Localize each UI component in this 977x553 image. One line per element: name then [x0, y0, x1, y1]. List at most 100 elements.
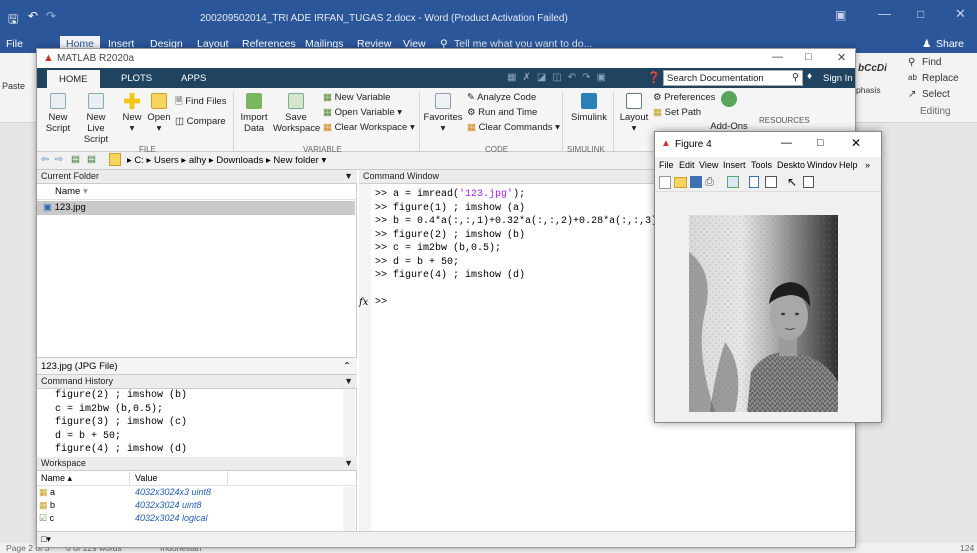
- new-button[interactable]: New ▾: [119, 93, 145, 134]
- menu-tools[interactable]: Tools: [751, 160, 772, 170]
- value-column-header[interactable]: Value: [135, 473, 157, 483]
- path-segment[interactable]: C:: [134, 155, 144, 166]
- maximize-icon[interactable]: □: [817, 137, 824, 149]
- list-item[interactable]: figure(2) ; imshow (b): [55, 389, 356, 403]
- set-path-button[interactable]: ▦ Set Path: [653, 107, 701, 118]
- new-variable-button[interactable]: ▦ New Variable: [323, 92, 390, 103]
- tab-plots[interactable]: PLOTS: [121, 73, 152, 84]
- pointer-icon[interactable]: ↖: [787, 175, 797, 189]
- menu-overflow-icon[interactable]: »: [865, 160, 870, 170]
- open-button[interactable]: Open ▾: [145, 93, 173, 134]
- layout-button[interactable]: Layout ▾: [617, 93, 651, 134]
- save-workspace-button[interactable]: Save Workspace: [273, 93, 320, 134]
- menu-view[interactable]: View: [699, 160, 718, 170]
- status-bar-icon[interactable]: □▾: [41, 534, 51, 544]
- colorbar-icon[interactable]: [749, 176, 759, 188]
- list-item[interactable]: d = b + 50;: [55, 430, 356, 444]
- path-breadcrumb[interactable]: ▸ C: ▸ Users ▸ alhy ▸ Downloads ▸ New fo…: [127, 155, 326, 166]
- close-icon[interactable]: ✕: [851, 136, 861, 150]
- bell-icon[interactable]: ♦: [807, 71, 812, 82]
- menu-desktop[interactable]: Deskto: [777, 160, 805, 170]
- add-ons-button[interactable]: Add-Ons: [709, 91, 749, 132]
- simulink-button[interactable]: Simulink: [567, 93, 611, 123]
- table-row[interactable]: ▦ b 4032x3024 uint8: [39, 500, 339, 513]
- style-emphasis[interactable]: phasis: [856, 85, 881, 95]
- share-button[interactable]: Share: [936, 38, 964, 50]
- help-icon[interactable]: ❓: [647, 71, 661, 84]
- list-item[interactable]: c = im2bw (b,0.5);: [55, 403, 356, 417]
- tab-apps[interactable]: APPS: [181, 73, 206, 84]
- import-data-button[interactable]: Import Data: [239, 93, 269, 134]
- scrollbar[interactable]: [343, 487, 355, 531]
- sign-in-button[interactable]: Sign In: [823, 73, 853, 84]
- open-file-icon[interactable]: [674, 177, 687, 188]
- redo-icon[interactable]: ↷: [46, 9, 56, 23]
- clear-workspace-button[interactable]: ▦ Clear Workspace ▾: [323, 122, 415, 133]
- tab-file[interactable]: File: [6, 38, 23, 50]
- panel-menu-icon[interactable]: ▼: [344, 458, 353, 468]
- minimize-icon[interactable]: —: [781, 137, 792, 149]
- active-prompt[interactable]: >>: [375, 296, 387, 310]
- tab-home[interactable]: HOME: [47, 70, 100, 88]
- path-segment[interactable]: alhy: [189, 155, 206, 166]
- path-segment[interactable]: Users: [154, 155, 179, 166]
- minimize-icon[interactable]: —: [772, 51, 783, 63]
- list-item[interactable]: ▣ 123.jpg: [37, 201, 355, 215]
- undo-icon[interactable]: ↶: [28, 9, 38, 23]
- new-script-button[interactable]: New Script: [43, 93, 73, 134]
- path-segment[interactable]: New folder: [273, 155, 318, 166]
- preferences-button[interactable]: ⚙ Preferences: [653, 92, 715, 103]
- scrollbar[interactable]: [343, 389, 355, 457]
- menu-file[interactable]: File: [659, 160, 674, 170]
- back-icon[interactable]: ⇦: [41, 154, 49, 165]
- save-icon[interactable]: 🖫: [8, 10, 18, 31]
- browse-folder-icon[interactable]: ▤: [87, 154, 96, 165]
- name-column-header[interactable]: Name ▾: [37, 184, 357, 200]
- list-item[interactable]: figure(3) ; imshow (c): [55, 416, 356, 430]
- menu-edit[interactable]: Edit: [679, 160, 695, 170]
- maximize-icon[interactable]: □: [917, 7, 924, 21]
- paste-button[interactable]: Paste: [2, 81, 25, 91]
- favorites-button[interactable]: Favorites ▾: [423, 93, 463, 134]
- menu-window[interactable]: Windov: [807, 160, 837, 170]
- up-folder-icon[interactable]: ▤: [71, 154, 80, 165]
- file-details-bar[interactable]: 123.jpg (JPG File) ⌃: [37, 357, 357, 375]
- find-files-button[interactable]: 🗎 Find Files: [175, 96, 226, 107]
- clear-commands-button[interactable]: ▦ Clear Commands ▾: [467, 122, 560, 133]
- table-row[interactable]: ☑ c 4032x3024 logical: [39, 513, 339, 526]
- path-segment[interactable]: Downloads: [216, 155, 263, 166]
- new-figure-icon[interactable]: [659, 176, 671, 189]
- chevron-up-icon[interactable]: ⌃: [343, 361, 351, 372]
- command-line: >> figure(4) ; imshow (d): [375, 269, 663, 283]
- open-variable-button[interactable]: ▦ Open Variable ▾: [323, 107, 402, 118]
- ribbon-display-icon[interactable]: ▣: [835, 8, 846, 22]
- property-editor-icon[interactable]: [803, 176, 814, 188]
- function-browser-icon[interactable]: fx: [359, 296, 368, 310]
- new-live-script-button[interactable]: New Live Script: [75, 93, 117, 145]
- select-button[interactable]: Select: [922, 89, 950, 100]
- link-plot-icon[interactable]: [727, 176, 739, 188]
- menu-insert[interactable]: Insert: [723, 160, 746, 170]
- find-button[interactable]: Find: [922, 57, 941, 68]
- menu-help[interactable]: Help: [839, 160, 858, 170]
- close-icon[interactable]: ✕: [955, 6, 966, 22]
- search-documentation-input[interactable]: Search Documentation ⚲: [663, 70, 803, 86]
- legend-icon[interactable]: [765, 176, 777, 188]
- close-icon[interactable]: ✕: [837, 51, 846, 64]
- save-icon[interactable]: [690, 176, 702, 188]
- list-item[interactable]: figure(4) ; imshow (d): [55, 443, 356, 457]
- panel-menu-icon[interactable]: ▼: [344, 171, 353, 181]
- style-preview[interactable]: bCcDi: [858, 63, 887, 74]
- forward-icon[interactable]: ⇨: [55, 154, 63, 165]
- panel-menu-icon[interactable]: ▼: [344, 376, 353, 386]
- name-column-header[interactable]: Name ▴: [41, 473, 72, 484]
- analyze-code-button[interactable]: ✎ Analyze Code: [467, 92, 536, 103]
- replace-button[interactable]: Replace: [922, 73, 959, 84]
- print-icon[interactable]: ⎙: [705, 176, 714, 189]
- minimize-icon[interactable]: —: [878, 6, 891, 21]
- maximize-icon[interactable]: □: [805, 51, 812, 63]
- run-and-time-button[interactable]: ⚙ Run and Time: [467, 107, 537, 118]
- table-row[interactable]: ▦ a 4032x3024x3 uint8: [39, 487, 339, 500]
- compare-button[interactable]: ◫ Compare: [175, 116, 226, 127]
- quick-access-toolbar[interactable]: ▦✗◪◫↶↷▣: [507, 72, 612, 83]
